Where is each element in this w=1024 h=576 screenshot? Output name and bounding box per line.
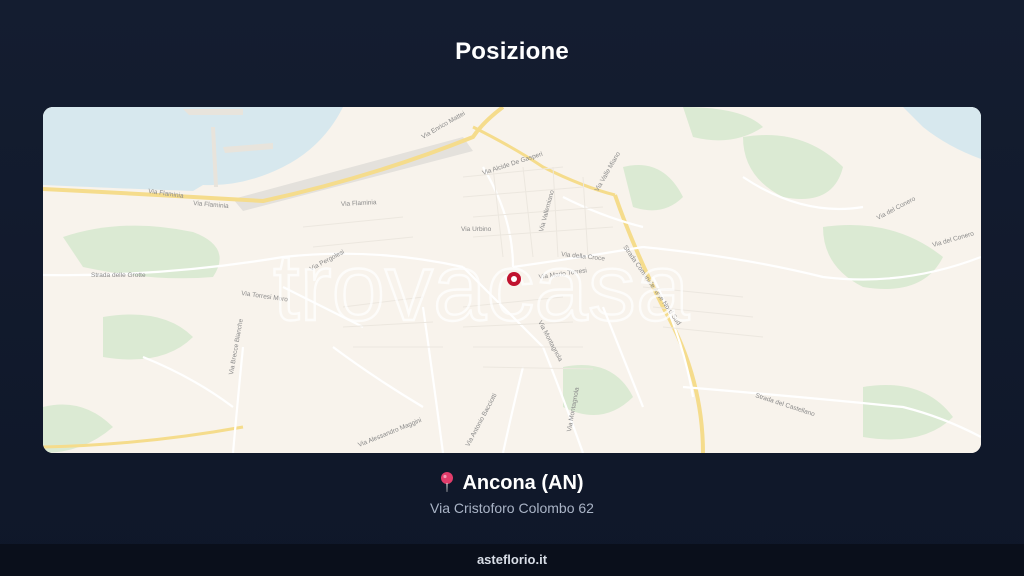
footer-site-name[interactable]: asteflorio.it — [0, 544, 1024, 576]
map-pin-icon — [440, 472, 454, 498]
svg-text:Via Urbino: Via Urbino — [461, 226, 492, 233]
location-marker-icon[interactable] — [506, 271, 522, 287]
location-city: Ancona (AN) — [462, 472, 584, 494]
map-watermark: trovacasa — [273, 234, 690, 341]
location-heading: Ancona (AN) — [0, 472, 1024, 498]
section-title: Posizione — [455, 38, 569, 65]
location-address: Via Cristoforo Colombo 62 — [430, 500, 594, 516]
svg-text:Strada delle Grotte: Strada delle Grotte — [91, 272, 146, 279]
location-map[interactable]: Via Flaminia Via Flaminia Via Flaminia V… — [43, 107, 981, 453]
